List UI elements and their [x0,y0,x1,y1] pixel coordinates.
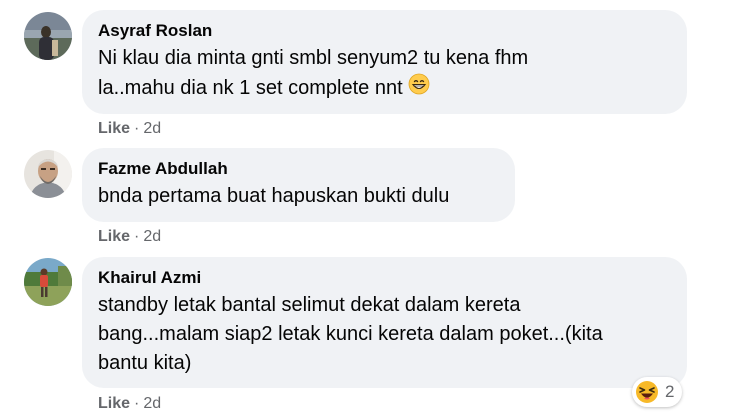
comment-text-line-with-emoji: la..mahu dia nk 1 set complete nnt [98,73,671,104]
comment-timestamp[interactable]: 2d [143,395,161,412]
comment-text-line: bnda pertama buat hapuskan bukti dulu [98,185,450,207]
avatar-photo [24,12,72,60]
comment-meta: Like · 2d [98,119,161,139]
comment-text-line: bantu kita) [98,352,192,374]
avatar[interactable] [24,258,72,306]
comment-bubble: Khairul Azmi standby letak bantal selimu… [82,257,687,388]
meta-separator: · [134,228,140,245]
avatar-photo [24,150,72,198]
grinning-face-icon [408,73,430,104]
comment-text: Ni klau dia minta gnti smbl senyum2 tu k… [98,44,671,104]
reaction-count: 2 [665,382,675,401]
comment-bubble: Fazme Abdullah bnda pertama buat hapuska… [82,148,515,222]
comment-author[interactable]: Asyraf Roslan [98,20,671,42]
avatar[interactable] [24,12,72,60]
avatar-photo [24,258,72,306]
avatar[interactable] [24,150,72,198]
like-button[interactable]: Like [98,395,130,412]
comment-timestamp[interactable]: 2d [143,228,161,245]
comment-text-line: Ni klau dia minta gnti smbl senyum2 tu k… [98,47,529,69]
comment-text-line: standby letak bantal selimut dekat dalam… [98,294,521,316]
comment-meta: Like · 2d [98,394,161,414]
reaction-summary[interactable]: 2 [632,377,683,407]
comment-meta: Like · 2d [98,227,161,247]
like-button[interactable]: Like [98,228,130,245]
comment-author[interactable]: Khairul Azmi [98,267,671,289]
comment-author[interactable]: Fazme Abdullah [98,158,499,180]
like-button[interactable]: Like [98,120,130,137]
haha-reaction-icon [635,380,659,404]
comment-text-line: bang...malam siap2 letak kunci kereta da… [98,323,603,345]
meta-separator: · [134,120,140,137]
comment-timestamp[interactable]: 2d [143,120,161,137]
comment-bubble: Asyraf Roslan Ni klau dia minta gnti smb… [82,10,687,114]
comment-text-line: la..mahu dia nk 1 set complete nnt [98,76,403,99]
meta-separator: · [134,395,140,412]
comment-text: bnda pertama buat hapuskan bukti dulu [98,182,499,211]
comment-text: standby letak bantal selimut dekat dalam… [98,291,671,378]
